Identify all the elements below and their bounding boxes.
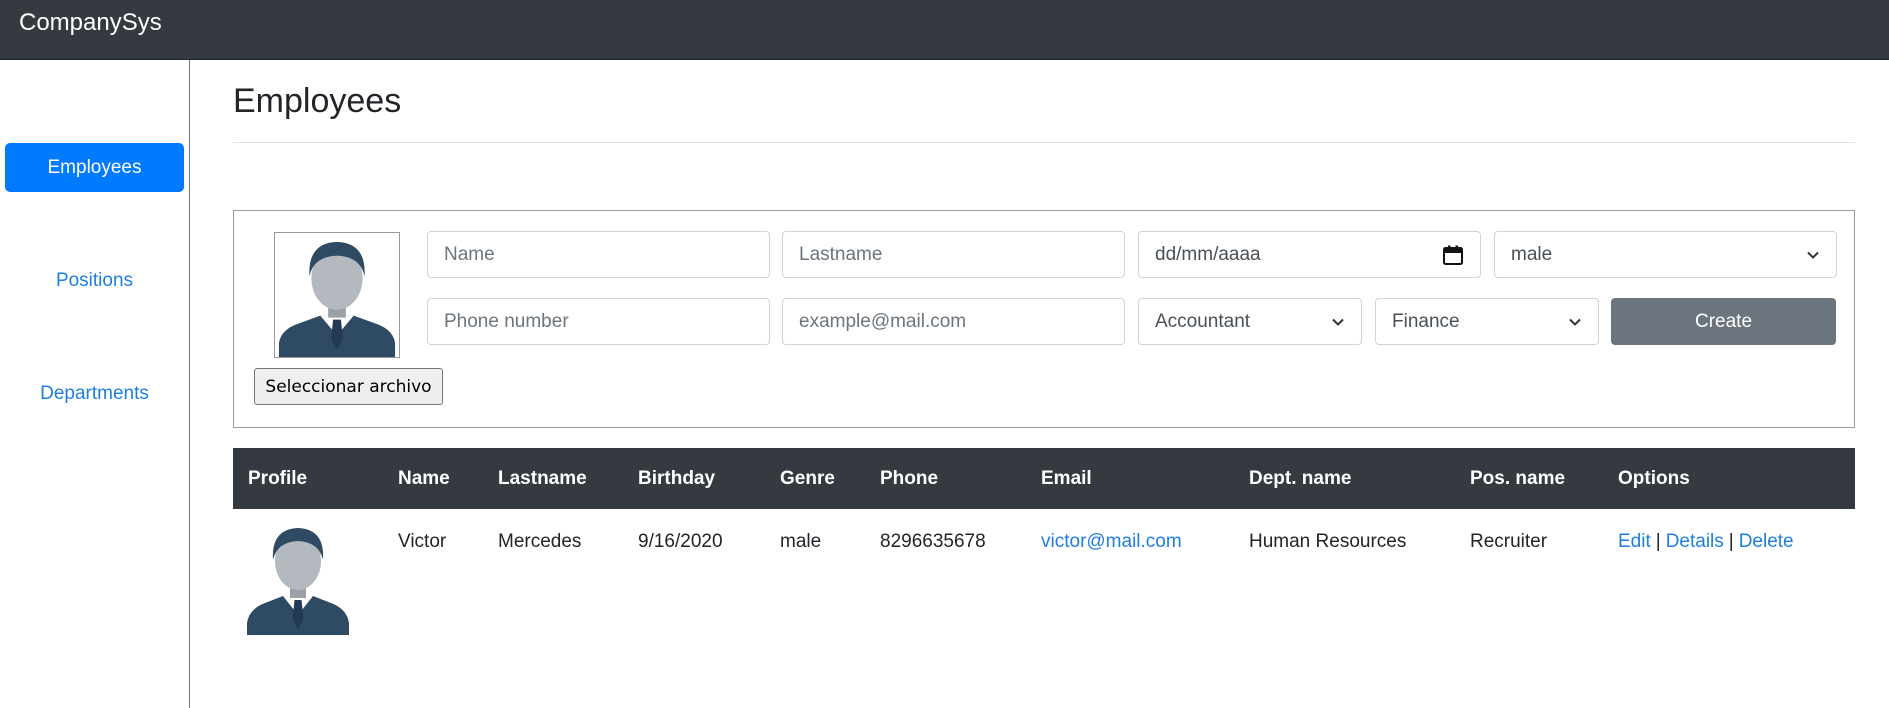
email-link[interactable]: victor@mail.com: [1041, 531, 1182, 552]
top-navbar: CompanySys: [0, 0, 1889, 60]
birthday-placeholder: dd/mm/aaaa: [1155, 243, 1261, 265]
column-header-lastname: Lastname: [498, 468, 587, 489]
cell-pos: Recruiter: [1470, 531, 1548, 552]
page-title: Employees: [233, 82, 402, 120]
column-header-pos: Pos. name: [1470, 468, 1566, 489]
cell-name: Victor: [398, 531, 447, 552]
edit-link[interactable]: Edit: [1618, 531, 1651, 552]
sidebar-item-positions[interactable]: Positions: [5, 256, 184, 305]
sidebar-item-label: Positions: [55, 269, 134, 291]
sidebar-item-label: Employees: [47, 156, 142, 178]
column-header-dept: Dept. name: [1249, 468, 1352, 489]
phone-placeholder: Phone number: [444, 310, 569, 332]
cell-lastname: Mercedes: [498, 531, 582, 552]
email-input[interactable]: example@mail.com: [782, 298, 1125, 345]
cell-options: Edit | Details | Delete: [1618, 531, 1794, 553]
choose-file-button[interactable]: Seleccionar archivo: [254, 368, 443, 405]
cell-phone: 8296635678: [880, 531, 986, 552]
column-header-profile: Profile: [248, 468, 308, 489]
column-header-name: Name: [398, 468, 450, 489]
lastname-placeholder: Lastname: [799, 243, 883, 265]
genre-select[interactable]: male: [1494, 231, 1837, 278]
delete-link[interactable]: Delete: [1739, 531, 1794, 552]
create-button[interactable]: Create: [1611, 298, 1836, 345]
column-header-genre: Genre: [780, 468, 835, 489]
column-header-birthday: Birthday: [638, 468, 716, 489]
details-link[interactable]: Details: [1666, 531, 1724, 552]
genre-selected-value: male: [1511, 243, 1553, 265]
create-employee-form: Seleccionar archivo Name Lastname dd/mm/…: [233, 210, 1855, 428]
position-select[interactable]: Accountant: [1138, 298, 1362, 345]
employees-table-header: Profile Name Lastname Birthday Genre Pho…: [233, 448, 1855, 509]
name-input[interactable]: Name: [427, 231, 770, 278]
title-divider: [233, 142, 1855, 143]
table-row: Victor Mercedes 9/16/2020 male 829663567…: [233, 509, 1855, 639]
column-header-phone: Phone: [880, 468, 939, 489]
column-header-options: Options: [1618, 468, 1690, 489]
department-select[interactable]: Finance: [1375, 298, 1599, 345]
calendar-icon[interactable]: [1442, 244, 1464, 266]
phone-input[interactable]: Phone number: [427, 298, 770, 345]
sidebar-item-label: Departments: [40, 382, 149, 404]
brand-logo[interactable]: CompanySys: [19, 9, 162, 37]
name-placeholder: Name: [444, 243, 495, 265]
sidebar: Employees Positions Departments: [0, 60, 190, 708]
email-placeholder: example@mail.com: [799, 310, 967, 332]
sidebar-item-departments[interactable]: Departments: [5, 369, 184, 418]
column-header-email: Email: [1041, 468, 1092, 489]
chevron-down-icon: [1332, 318, 1344, 326]
position-selected-value: Accountant: [1155, 310, 1251, 332]
options-separator: |: [1728, 531, 1734, 552]
default-avatar-icon: [247, 528, 349, 635]
default-avatar-icon: [278, 241, 396, 357]
lastname-input[interactable]: Lastname: [782, 231, 1125, 278]
cell-dept: Human Resources: [1249, 531, 1407, 552]
chevron-down-icon: [1569, 318, 1581, 326]
chevron-down-icon: [1807, 251, 1819, 259]
cell-birthday: 9/16/2020: [638, 531, 723, 552]
cell-email: victor@mail.com: [1041, 531, 1182, 553]
sidebar-item-employees[interactable]: Employees: [5, 143, 184, 192]
profile-preview: [274, 232, 400, 358]
options-separator: |: [1655, 531, 1661, 552]
department-selected-value: Finance: [1392, 310, 1460, 332]
cell-genre: male: [780, 531, 822, 552]
birthday-date-input[interactable]: dd/mm/aaaa: [1138, 231, 1481, 278]
